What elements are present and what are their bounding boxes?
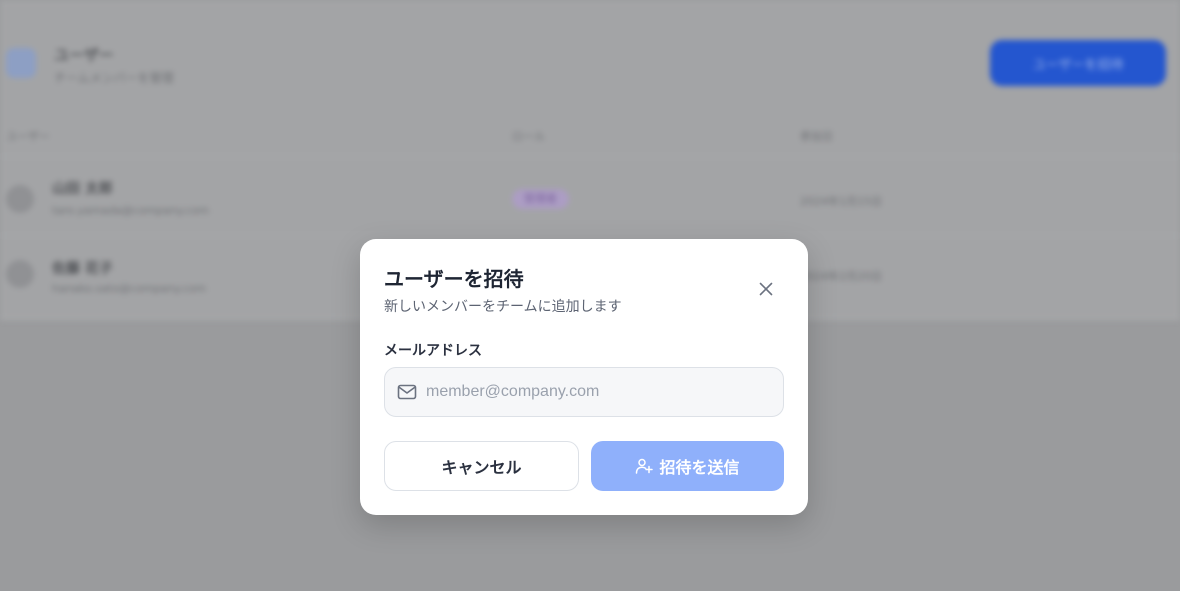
dialog-subtitle: 新しいメンバーをチームに追加します	[384, 299, 622, 315]
bg-invite-user-button: ユーザーを招待	[990, 40, 1166, 86]
email-input[interactable]	[426, 383, 783, 401]
send-invite-label: 招待を送信	[659, 458, 740, 477]
bg-table-header	[0, 118, 1180, 157]
send-invite-button[interactable]: 招待を送信	[591, 441, 784, 491]
close-button[interactable]	[752, 275, 780, 303]
bg-user-email: hanako.sato@company.com	[52, 282, 207, 295]
bg-joined-date: 2024年2月20日	[800, 270, 882, 283]
bg-page-subtitle: チームメンバーを管理	[54, 71, 174, 85]
app-logo-icon	[6, 48, 36, 78]
bg-table-row: 山田 太郎 taro.yamada@company.com 管理者 2024年1…	[0, 157, 1180, 236]
bg-user-email: taro.yamada@company.com	[52, 204, 209, 217]
page: ユーザー チームメンバーを管理 ユーザーを招待 ユーザー ロール 参加日 山田 …	[0, 0, 1180, 591]
bg-joined-date: 2024年1月15日	[800, 195, 882, 208]
invite-user-dialog: ユーザーを招待 新しいメンバーをチームに追加します メールアドレス キャンセル	[360, 239, 808, 515]
bg-invite-user-label: ユーザーを招待	[1032, 57, 1124, 73]
bg-column-header-user: ユーザー	[6, 130, 50, 143]
cancel-button[interactable]: キャンセル	[384, 441, 579, 491]
bg-page-title: ユーザー	[54, 46, 114, 64]
user-plus-icon	[635, 457, 654, 475]
dialog-title: ユーザーを招待	[384, 267, 524, 291]
bg-user-name: 山田 太郎	[52, 181, 113, 197]
bg-column-header-joined: 参加日	[800, 130, 833, 143]
mail-icon	[396, 381, 418, 403]
email-field-label: メールアドレス	[384, 343, 482, 359]
avatar	[6, 185, 34, 213]
bg-column-header-role: ロール	[512, 130, 545, 143]
cancel-button-label: キャンセル	[441, 458, 522, 477]
avatar	[6, 260, 34, 288]
bg-user-name: 佐藤 花子	[52, 261, 113, 277]
close-icon	[759, 282, 773, 296]
bg-role-badge: 管理者	[512, 189, 569, 209]
email-field-container	[384, 367, 784, 417]
